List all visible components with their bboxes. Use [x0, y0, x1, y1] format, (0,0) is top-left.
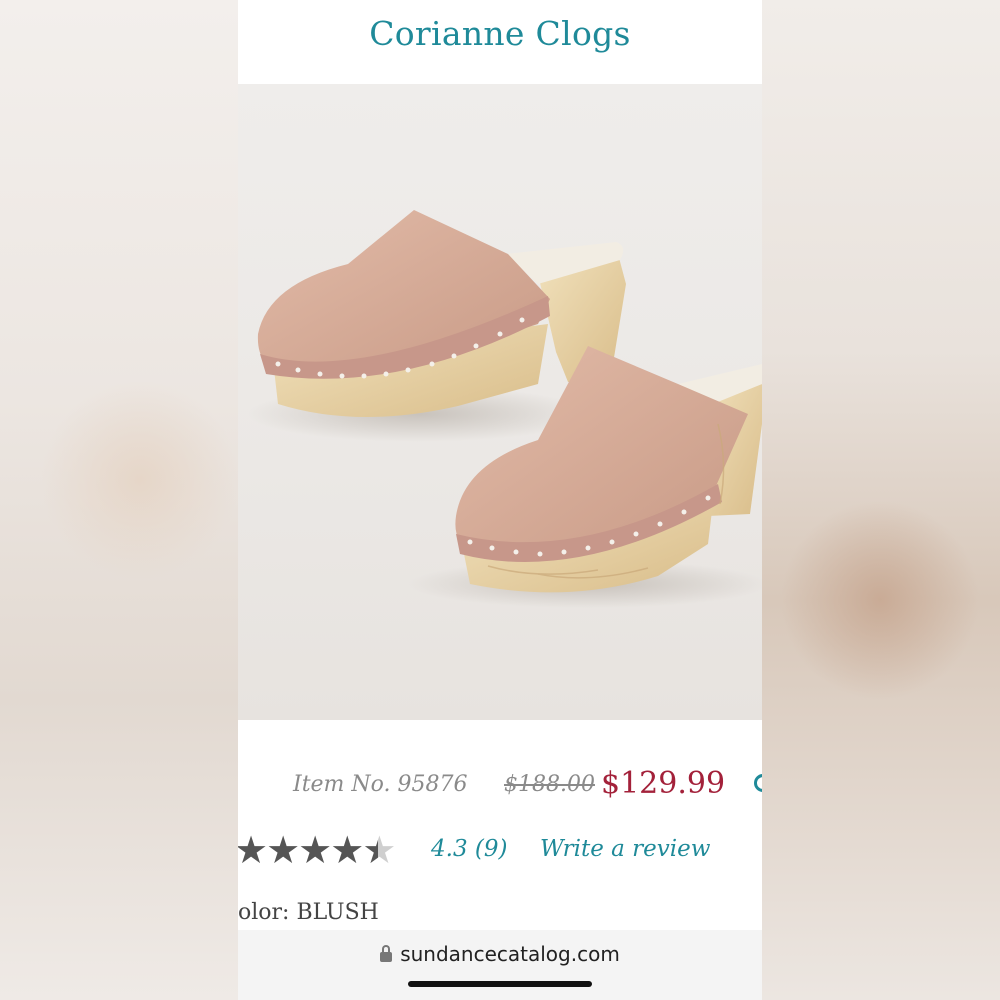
lock-icon: [380, 945, 393, 962]
write-review-link[interactable]: Write a review: [540, 836, 710, 862]
price-row: Item No. 95876 $188.00 $129.99: [238, 766, 762, 808]
rating-summary[interactable]: 4.3 (9): [431, 836, 507, 862]
blurred-background-right: [760, 0, 1000, 1000]
star-icon: ★: [330, 828, 364, 872]
color-row: olor: BLUSH: [238, 900, 762, 930]
star-icon: ★: [298, 828, 332, 872]
blurred-background-left: [0, 0, 240, 1000]
clogs-illustration: [248, 210, 762, 608]
original-price: $188.00: [504, 772, 595, 797]
sale-price: $129.99: [601, 766, 726, 801]
star-icon: ★: [266, 828, 300, 872]
star-icon: ★: [238, 828, 268, 872]
url-text: sundancecatalog.com: [400, 942, 620, 966]
rating-row: ★★★★★ 4.3 (9) Write a review: [238, 828, 762, 872]
info-icon[interactable]: [754, 774, 762, 792]
header: Corianne Clogs: [238, 0, 762, 84]
item-number: Item No. 95876: [293, 772, 468, 797]
product-title: Corianne Clogs: [369, 14, 631, 53]
product-image[interactable]: [238, 84, 762, 720]
url-display[interactable]: sundancecatalog.com: [238, 942, 762, 966]
phone-screen: Corianne Clogs Item No. 95876 $188.00 $1…: [238, 0, 762, 1000]
half-star-icon: ★: [362, 828, 396, 872]
product-info: Item No. 95876 $188.00 $129.99 ★★★★★ 4.3…: [238, 720, 762, 930]
browser-address-bar[interactable]: sundancecatalog.com: [238, 930, 762, 1000]
home-indicator[interactable]: [408, 981, 592, 987]
star-rating[interactable]: ★★★★★: [238, 828, 396, 872]
color-label: olor: BLUSH: [238, 900, 379, 925]
